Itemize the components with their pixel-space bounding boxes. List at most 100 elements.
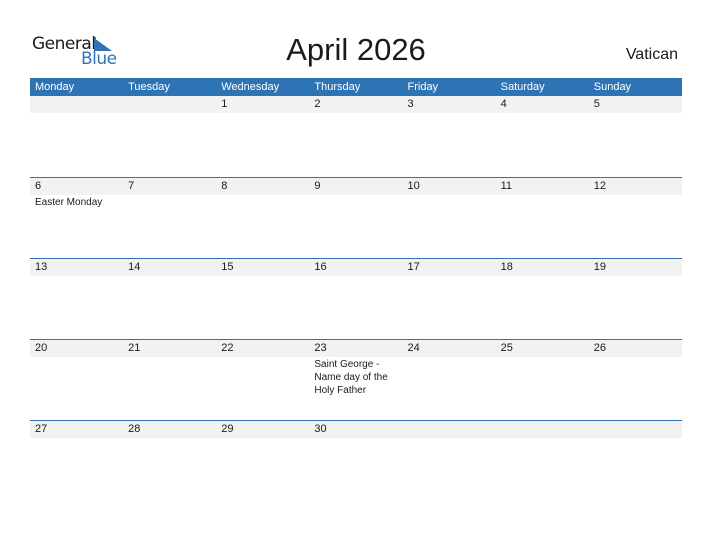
day-cell: 28 [123, 421, 216, 439]
day-cell: 29 [216, 421, 309, 439]
holiday-label [501, 438, 587, 439]
day-number: 16 [314, 261, 327, 273]
week-cells: 13 14 15 16 17 18 19 [30, 259, 682, 277]
day-number: 19 [593, 261, 606, 273]
day-number: 15 [221, 261, 234, 273]
day-number: 4 [500, 98, 507, 110]
day-number: 28 [128, 423, 141, 435]
day-number: 17 [407, 261, 420, 273]
holiday-label [501, 113, 587, 114]
day-number: 14 [128, 261, 141, 273]
day-cell [403, 421, 496, 439]
day-number: 8 [221, 180, 228, 192]
day-cell: 18 [496, 259, 589, 277]
week-cells: 27 28 29 30 [30, 421, 682, 439]
day-cell: 17 [403, 259, 496, 277]
holiday-label [408, 113, 494, 114]
day-number: 12 [593, 180, 606, 192]
day-number [594, 421, 682, 438]
day-cell: 7 [123, 178, 216, 209]
day-number: 13 [35, 261, 48, 273]
calendar-title: April 2026 [286, 32, 426, 67]
day-number: 22 [221, 342, 234, 354]
day-number: 11 [500, 180, 513, 192]
day-cell: 16 [309, 259, 402, 277]
weekday-saturday: Saturday [500, 81, 545, 93]
holiday-label [35, 113, 121, 114]
holiday-label [408, 438, 494, 439]
day-cell: 26 [589, 340, 682, 397]
weekday-sunday: Sunday [593, 81, 632, 93]
holiday-label [35, 357, 121, 358]
day-number: 1 [221, 98, 228, 110]
day-cell: 21 [123, 340, 216, 397]
holiday-label [594, 195, 680, 196]
holiday-label [128, 113, 214, 114]
holiday-label [35, 438, 121, 439]
day-number: 18 [500, 261, 513, 273]
day-number: 29 [221, 423, 234, 435]
day-cell: 8 [216, 178, 309, 209]
holiday-label [501, 357, 587, 358]
day-number: 6 [35, 180, 42, 192]
day-cell [496, 421, 589, 439]
weekday-thursday: Thursday [314, 81, 361, 93]
day-number: 7 [128, 180, 135, 192]
holiday-label [408, 357, 494, 358]
holiday-label [314, 276, 400, 277]
holiday-label [314, 195, 400, 196]
holiday-label [501, 195, 587, 196]
day-number: 25 [500, 342, 513, 354]
holiday-label [128, 195, 214, 196]
day-cell: 22 [216, 340, 309, 397]
weekday-tuesday: Tuesday [128, 81, 170, 93]
holiday-label [408, 276, 494, 277]
holiday-label [128, 357, 214, 358]
holiday-label [594, 113, 680, 114]
day-number: 21 [128, 342, 141, 354]
day-cell [123, 96, 216, 114]
day-number: 5 [593, 98, 600, 110]
day-cell: 19 [589, 259, 682, 277]
holiday-label [501, 276, 587, 277]
day-cell: 25 [496, 340, 589, 397]
holiday-label: Saint George - Name day of the Holy Fath… [314, 359, 388, 396]
weekday-monday: Monday [35, 81, 75, 93]
holiday-label [314, 438, 400, 439]
day-cell: 12 [589, 178, 682, 209]
holiday-label [594, 357, 680, 358]
week-cells: 20 21 22 23 Saint George - Name day of the H… [30, 340, 682, 397]
day-cell [30, 96, 123, 114]
day-number [408, 421, 496, 438]
holiday-label [35, 276, 121, 277]
weekday-friday: Friday [407, 81, 439, 93]
day-cell: 5 [589, 96, 682, 114]
holiday-label [594, 276, 680, 277]
holiday-label: Easter Monday [35, 197, 103, 208]
day-cell: 6 Easter Monday [30, 178, 123, 209]
day-cell: 2 [309, 96, 402, 114]
holiday-label [128, 438, 214, 439]
day-number [35, 96, 123, 113]
day-number: 23 [314, 342, 327, 354]
week-row: 6 Easter Monday 7 8 9 10 11 12 [30, 177, 682, 258]
day-cell: 20 [30, 340, 123, 397]
day-number: 24 [407, 342, 420, 354]
holiday-label [408, 195, 494, 196]
country-label: Vatican [625, 46, 678, 63]
weeks-container: 1 2 3 4 5 6 Easter Monday 7 8 9 10 11 12 13 14 15 16 17 18… [30, 96, 682, 501]
calendar-grid: Monday Tuesday Wednesday Thursday Friday… [30, 78, 682, 501]
day-number: 30 [314, 423, 327, 435]
day-cell: 15 [216, 259, 309, 277]
day-cell: 14 [123, 259, 216, 277]
day-number: 9 [314, 180, 321, 192]
day-number [501, 421, 589, 438]
holiday-label [221, 276, 307, 277]
weekday-header: Monday Tuesday Wednesday Thursday Friday… [30, 78, 682, 96]
day-cell: 23 Saint George - Name day of the Holy Fa… [309, 340, 402, 397]
day-cell: 3 [403, 96, 496, 114]
holiday-label [314, 113, 400, 114]
day-cell: 1 [216, 96, 309, 114]
week-row: 13 14 15 16 17 18 19 [30, 258, 682, 339]
day-number: 2 [314, 98, 321, 110]
